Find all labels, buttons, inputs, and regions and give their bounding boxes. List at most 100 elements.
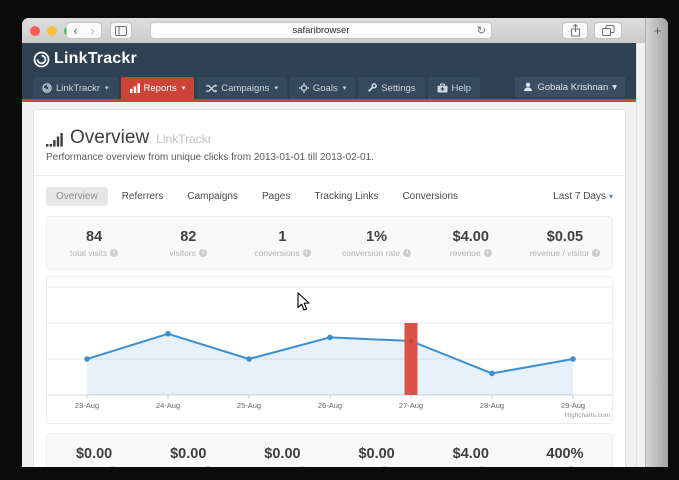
x-axis-label: 27-Aug [399, 401, 423, 410]
nav-item-linktrackr[interactable]: LinkTrackr ▾ [33, 77, 118, 99]
x-axis-label: 24-Aug [156, 401, 180, 410]
divider [34, 175, 625, 176]
tab-campaigns[interactable]: Campaigns [177, 187, 248, 206]
info-icon[interactable]: i [303, 249, 311, 257]
stat-value: $0.05 [518, 229, 612, 245]
date-range-select[interactable]: Last 7 Days ▾ [553, 191, 613, 202]
stat-conversion-rate: 1% conversion ratei [330, 229, 424, 258]
url-text: safaribrowser [292, 25, 349, 36]
page-title: Overview [70, 127, 149, 149]
info-icon[interactable]: i [109, 466, 117, 468]
overview-card: Overview LinkTrackr Performance overview… [33, 109, 626, 467]
sidebar-toggle-button[interactable] [110, 22, 132, 39]
x-axis-label: 25-Aug [237, 401, 261, 410]
stat-revenue: $4.00revenuei [424, 229, 518, 258]
medkit-icon [437, 83, 448, 93]
main-navigation: LinkTrackr▾Reports▾Campaigns▾Goals▾Setti… [22, 75, 637, 99]
info-icon[interactable]: i [567, 466, 575, 468]
chevron-down-icon: ▾ [609, 192, 613, 201]
history-nav-buttons: ‹ › [66, 22, 102, 39]
stat-value: 1% [330, 229, 424, 245]
linktrackr-icon [42, 83, 52, 93]
tab-referrers[interactable]: Referrers [112, 187, 174, 206]
data-point[interactable] [84, 356, 90, 362]
data-point [409, 339, 414, 344]
close-window-button[interactable] [30, 26, 40, 36]
stat-visitors: 82visitorsi [141, 229, 235, 258]
share-icon [570, 24, 581, 37]
tab-conversions[interactable]: Conversions [392, 187, 468, 206]
x-axis-label: 28-Aug [480, 401, 504, 410]
stat-profit: $4.00profiti [424, 446, 518, 468]
stat-label: roii [518, 465, 612, 468]
stat-value: 82 [141, 229, 235, 245]
info-icon[interactable]: i [592, 249, 600, 257]
sidebar-icon [115, 26, 127, 36]
window-edge-strip: + [645, 18, 668, 467]
info-icon[interactable]: i [298, 466, 306, 468]
stat-conversions: 1conversionsi [235, 229, 329, 258]
nav-item-help[interactable]: Help [428, 77, 481, 99]
tab-pages[interactable]: Pages [252, 187, 300, 206]
new-tab-button[interactable]: + [650, 24, 665, 39]
minimize-window-button[interactable] [47, 26, 57, 36]
data-point[interactable] [327, 335, 333, 341]
stat-value: 84 [47, 229, 141, 245]
wrench-icon [367, 83, 377, 93]
stat-total-cost: $0.00total costi [47, 446, 141, 468]
nav-item-label: Settings [381, 83, 415, 94]
stat-label: cost / visiti [141, 465, 235, 468]
conversion-bar[interactable] [405, 323, 418, 395]
user-icon [523, 82, 533, 92]
nav-item-settings[interactable]: Settings [358, 77, 424, 99]
user-menu[interactable]: Gobala Krishnan ▾ [515, 77, 625, 97]
forward-button[interactable]: › [84, 23, 101, 38]
stat-label: total costi [47, 465, 141, 468]
info-icon[interactable]: i [484, 249, 492, 257]
info-icon[interactable]: i [204, 466, 212, 468]
back-button[interactable]: ‹ [67, 23, 84, 38]
tab-overview[interactable]: Overview [46, 187, 108, 206]
chevron-down-icon: ▾ [343, 84, 347, 92]
mouse-cursor [297, 292, 310, 311]
x-axis-label: 26-Aug [318, 401, 342, 410]
data-point[interactable] [489, 371, 495, 377]
info-icon[interactable]: i [199, 249, 207, 257]
tab-overview-button[interactable] [594, 22, 622, 39]
chevron-down-icon: ▾ [182, 84, 186, 92]
page-body: Overview LinkTrackr Performance overview… [22, 102, 637, 467]
linktrackr-logo[interactable]: LinkTrackr [33, 50, 137, 68]
address-bar[interactable]: safaribrowser ↻ [150, 22, 492, 39]
highcharts-credits[interactable]: Highcharts.com [565, 412, 610, 419]
stats-panel-bottom: $0.00total costi$0.00 cost / visiti$0.00c… [46, 433, 613, 467]
info-icon[interactable]: i [381, 466, 389, 468]
info-icon[interactable]: i [478, 466, 486, 468]
stat-value: 1 [235, 229, 329, 245]
bar-chart-icon [130, 83, 140, 93]
nav-item-goals[interactable]: Goals ▾ [290, 77, 355, 99]
data-point[interactable] [165, 331, 171, 337]
logo-text: LinkTrackr [54, 50, 137, 68]
chevron-down-icon: ▾ [105, 84, 109, 92]
stats-panel-top: 84total visitsi82visitorsi1conversionsi1… [46, 216, 613, 270]
chevron-down-icon: ▾ [612, 82, 617, 93]
stat-value: $4.00 [424, 446, 518, 462]
data-point[interactable] [570, 356, 576, 362]
nav-item-reports[interactable]: Reports▾ [121, 77, 195, 99]
stat-label: cost / dayi [235, 465, 329, 468]
nav-item-label: LinkTrackr [56, 83, 100, 94]
info-icon[interactable]: i [110, 249, 118, 257]
reload-icon[interactable]: ↻ [477, 24, 486, 37]
nav-item-label: Goals [313, 83, 338, 94]
tab-bar: OverviewReferrersCampaignsPagesTracking … [46, 185, 613, 207]
safari-window: ‹ › safaribrowser ↻ [22, 18, 668, 467]
stat-cost-day: $0.00cost / dayi [235, 446, 329, 468]
tab-tracking-links[interactable]: Tracking Links [304, 187, 388, 206]
data-point[interactable] [246, 356, 252, 362]
stat-label: conversion ratei [330, 248, 424, 258]
stat-value: $0.00 [141, 446, 235, 462]
share-button[interactable] [562, 22, 588, 39]
info-icon[interactable]: i [403, 249, 411, 257]
nav-item-campaigns[interactable]: Campaigns▾ [197, 77, 287, 99]
page-content: LinkTrackr LinkTrackr▾Reports▾Campaigns▾… [22, 43, 637, 467]
